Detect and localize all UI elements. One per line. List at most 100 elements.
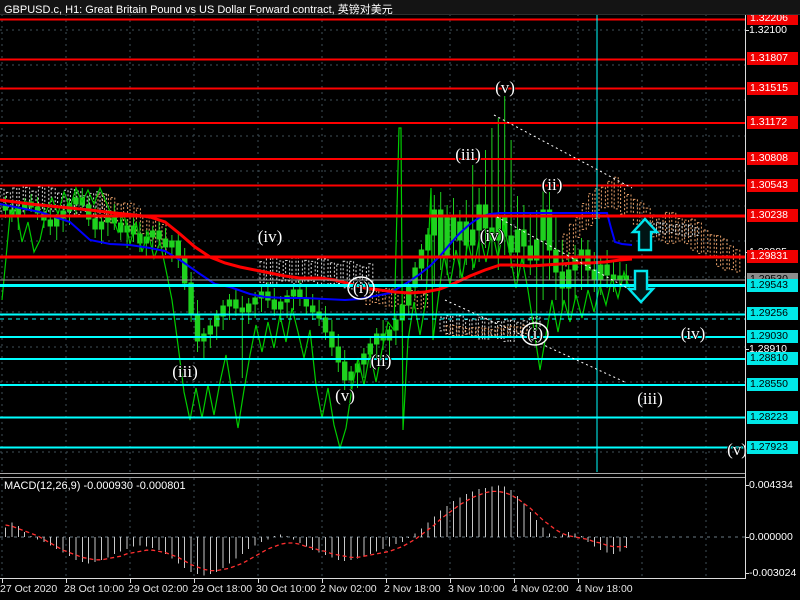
candle-body (162, 238, 169, 248)
candle-body (207, 325, 214, 335)
wave-label: (i) (352, 278, 370, 297)
wave-label: (iii) (455, 145, 481, 164)
ghost-bar (278, 260, 284, 282)
candle-body (450, 214, 457, 241)
ghost-bar (626, 193, 632, 217)
candle-body (342, 361, 348, 381)
candle-body (278, 301, 284, 310)
candle-body (271, 299, 278, 310)
ghost-bar (516, 321, 522, 338)
resistance-price-badge: 1.30808 (747, 152, 798, 166)
time-label: 28 Oct 10:00 (64, 583, 125, 595)
support-price-badge: 1.29543 (747, 278, 798, 292)
candle-body (604, 264, 610, 276)
ghost-bar (735, 249, 741, 273)
candle-body (591, 269, 597, 281)
time-label: 2 Nov 02:00 (320, 583, 377, 595)
panel-splitter-edge (0, 477, 745, 478)
candle-body (514, 229, 521, 253)
support-price-badge: 1.28810 (747, 352, 798, 365)
candle-body (246, 303, 252, 313)
candle-body (617, 275, 623, 281)
resistance-price-badge: 1.30238 (747, 209, 798, 223)
candle-body (322, 317, 329, 333)
macd-tick (745, 484, 749, 486)
candle-body (303, 297, 310, 307)
chart-window: GBPUSD.c, H1: Great Britain Pound vs US … (0, 0, 800, 600)
ghost-bar (568, 223, 574, 254)
support-price-badge: 1.28550 (747, 378, 798, 391)
ghost-bar (709, 234, 715, 259)
time-label: 30 Oct 10:00 (256, 583, 317, 595)
ghost-bar (317, 258, 323, 286)
candle-body (169, 240, 175, 248)
ghost-bar (323, 258, 329, 287)
candle-body (150, 230, 156, 238)
wave-label: (ii) (541, 175, 563, 194)
ghost-bar (562, 233, 568, 267)
resistance-price-badge: 1.29831 (747, 249, 798, 263)
price-tick (745, 349, 749, 350)
price-tick (745, 30, 749, 31)
macd-signal-line (5, 490, 627, 572)
candle-body (553, 249, 559, 273)
resistance-price-badge: 1.31172 (747, 115, 798, 129)
price-axis-border (745, 14, 746, 578)
wave-label: (v) (495, 78, 515, 97)
ghost-bar (722, 238, 728, 271)
wave-label: (iii) (637, 389, 663, 408)
candle-body (265, 291, 271, 301)
candle-body (252, 297, 258, 305)
macd-indicator-label: MACD(12,26,9) -0.000930 -0.000801 (4, 480, 186, 492)
wave-label: (v) (335, 386, 355, 405)
time-label: 4 Nov 18:00 (576, 583, 633, 595)
support-price-badge: 1.29030 (747, 330, 798, 343)
ghost-bar (677, 217, 683, 242)
price-tick-label: 1.32100 (749, 24, 787, 36)
candle-body (374, 333, 380, 345)
candle-body (226, 299, 233, 307)
resistance-price-badge: 1.31807 (747, 52, 798, 66)
macd-tick (745, 573, 749, 575)
wave-label: (v) (727, 440, 747, 459)
support-price-badge: 1.27923 (747, 440, 798, 454)
candle-body (310, 305, 316, 313)
candle-body (431, 209, 438, 236)
macd-axis-label: -0.003024 (749, 567, 797, 580)
ghost-bar (575, 217, 581, 239)
wave-label: (iv) (257, 227, 283, 246)
ghost-bar (684, 219, 690, 245)
candle-body (47, 219, 53, 227)
ghost-bar (272, 257, 278, 286)
candle-body (540, 209, 546, 241)
candle-body (406, 286, 412, 306)
support-price-badge: 1.29256 (747, 307, 798, 321)
candle-body (239, 307, 246, 313)
ghost-bar (687, 224, 693, 237)
candle-body (290, 289, 297, 297)
support-price-badge: 1.28223 (747, 410, 798, 424)
macd-axis-label: 0.004334 (749, 478, 793, 491)
candle-body (508, 235, 514, 253)
macd-tick (745, 537, 749, 538)
candle-body (418, 249, 425, 269)
candle-body (329, 331, 335, 348)
candle-body (156, 230, 162, 240)
candle-body (188, 282, 194, 315)
panel-splitter[interactable] (0, 473, 745, 474)
price-axis[interactable] (745, 14, 800, 578)
macd-axis-label: 0.000000 (749, 531, 793, 543)
candle-body (233, 299, 239, 309)
time-axis-border (0, 578, 746, 579)
ghost-bar (465, 319, 471, 335)
ghost-bar (681, 223, 687, 237)
trendline (493, 114, 633, 189)
time-label: 4 Nov 02:00 (512, 583, 569, 595)
wave-label: (iv) (680, 324, 706, 343)
candle-body (386, 329, 393, 341)
ghost-bar (620, 183, 626, 215)
candle-body (98, 221, 105, 230)
chart-title: GBPUSD.c, H1: Great Britain Pound vs US … (4, 4, 393, 16)
candle-body (214, 315, 220, 327)
time-label: 29 Oct 18:00 (192, 583, 253, 595)
